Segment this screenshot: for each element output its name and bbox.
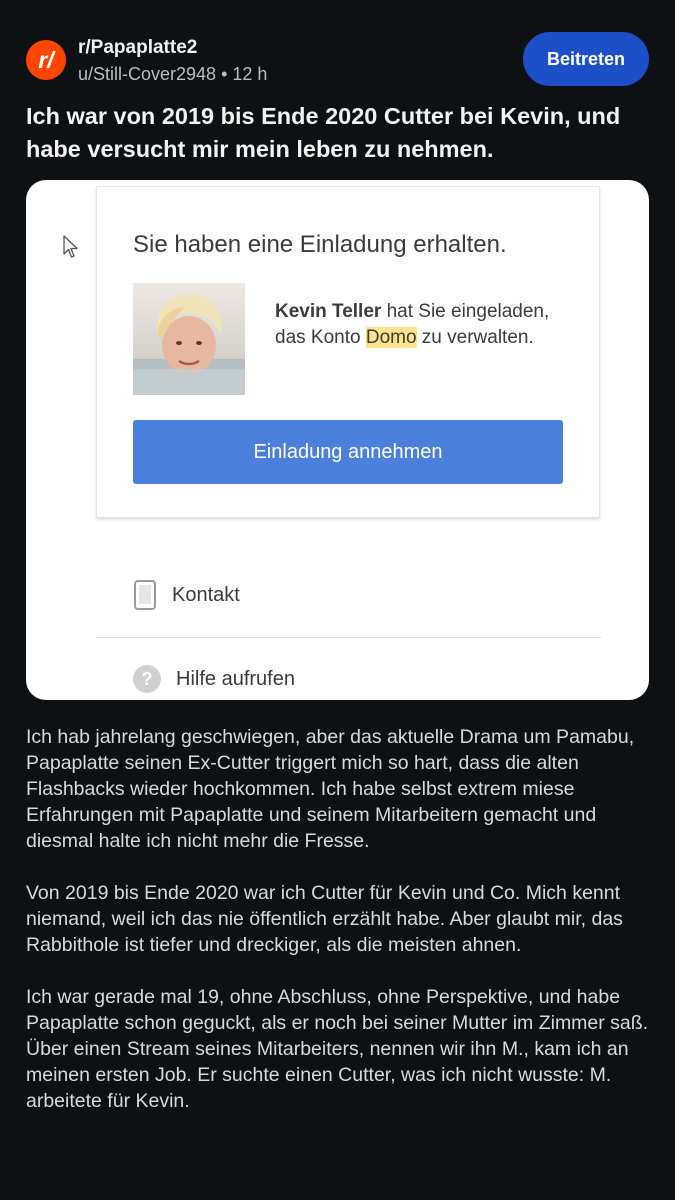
post-body: Ich hab jahrelang geschwiegen, aber das … bbox=[26, 724, 656, 1140]
phone-icon bbox=[134, 580, 156, 610]
invitation-heading: Sie haben eine Einladung erhalten. bbox=[133, 231, 507, 258]
invite-text-part2: zu verwalten. bbox=[416, 327, 534, 348]
post-paragraph: Ich war gerade mal 19, ohne Abschluss, o… bbox=[26, 986, 649, 1112]
inviter-photo bbox=[133, 294, 245, 395]
subreddit-meta: r/Papaplatte2 u/Still-Cover2948 • 12 h bbox=[78, 36, 267, 86]
contact-label: Kontakt bbox=[172, 583, 240, 606]
help-label: Hilfe aufrufen bbox=[176, 667, 295, 690]
post-time: 12 h bbox=[232, 64, 268, 84]
accept-invitation-button[interactable]: Einladung annehmen bbox=[133, 420, 563, 484]
contact-link[interactable]: Kontakt bbox=[132, 580, 240, 610]
author-name[interactable]: u/Still-Cover2948 bbox=[78, 64, 216, 84]
subreddit-icon[interactable]: r/ bbox=[26, 40, 66, 80]
svg-text:r/: r/ bbox=[38, 47, 56, 73]
inviter-name: Kevin Teller bbox=[275, 301, 382, 322]
svg-text:?: ? bbox=[142, 669, 153, 689]
invitation-email: Sie haben eine Einladung erhalten. Kevin… bbox=[96, 186, 600, 518]
subreddit-name[interactable]: r/Papaplatte2 bbox=[78, 36, 267, 60]
inviter-avatar bbox=[133, 283, 245, 395]
account-name: Domo bbox=[365, 327, 417, 348]
post-meta-line: u/Still-Cover2948 • 12 h bbox=[78, 62, 267, 86]
meta-separator: • bbox=[221, 64, 228, 84]
cursor-icon bbox=[63, 235, 78, 258]
help-link[interactable]: ? Hilfe aufrufen bbox=[132, 664, 295, 694]
divider bbox=[96, 637, 601, 638]
post-image[interactable]: Sie haben eine Einladung erhalten. Kevin… bbox=[26, 180, 649, 700]
post-header: r/ r/Papaplatte2 u/Still-Cover2948 • 12 h … bbox=[26, 32, 649, 86]
reddit-r-logo-icon: r/ bbox=[38, 47, 56, 73]
post-title: Ich war von 2019 bis Ende 2020 Cutter be… bbox=[26, 103, 621, 162]
post-paragraph: Von 2019 bis Ende 2020 war ich Cutter fü… bbox=[26, 882, 623, 956]
help-icon: ? bbox=[133, 665, 161, 693]
invitation-message: Kevin Teller hat Sie eingeladen, das Kon… bbox=[275, 299, 575, 351]
post-paragraph: Ich hab jahrelang geschwiegen, aber das … bbox=[26, 726, 635, 852]
join-button[interactable]: Beitreten bbox=[523, 32, 649, 86]
